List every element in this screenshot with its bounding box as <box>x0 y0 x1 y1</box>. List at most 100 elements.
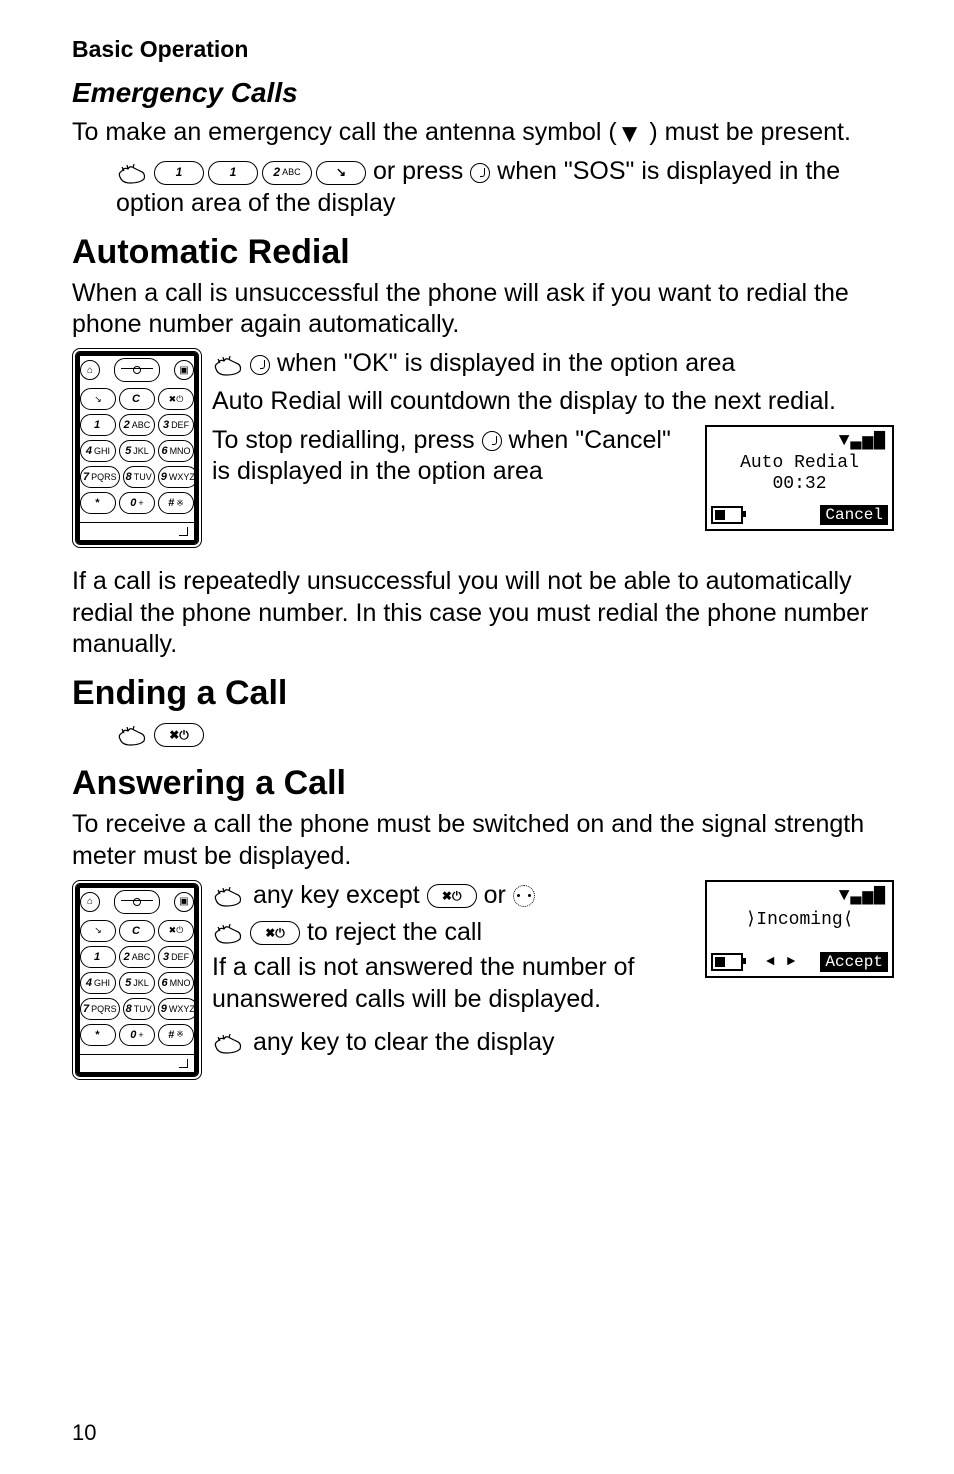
ph-key-5: 5JKL <box>119 440 155 462</box>
redial-heading: Automatic Redial <box>72 233 894 272</box>
ph-key-c: C <box>119 388 155 410</box>
ph-key-end: ✖⏻ <box>158 920 194 942</box>
ph-key-9: 9WXYZ <box>158 466 198 488</box>
tap-icon <box>116 724 150 746</box>
ph-key-send: ↘ <box>80 920 116 942</box>
lcd-incoming-text: Incoming <box>756 910 842 930</box>
ending-heading: Ending a Call <box>72 674 894 713</box>
key-1b: 1 <box>208 161 258 185</box>
phone-bottom-edge <box>80 522 194 537</box>
emergency-p1-pre: To make an emergency call the antenna sy… <box>72 118 617 146</box>
redial-step1: when "OK" is displayed in the option are… <box>212 348 894 379</box>
ph-key-2: 2ABC <box>119 946 155 968</box>
nav-arrows-icon: ◄ ► <box>766 954 797 970</box>
battery-icon <box>711 953 743 971</box>
key-2: 2ABC <box>262 161 312 185</box>
ph-key-5: 5JKL <box>119 972 155 994</box>
phone-illustration-2: ⌂ ▣ ↘ C ✖⏻ 1 2ABC 3DEF 4GHI 5JKL 6MNO 7P… <box>72 880 202 1080</box>
phone-illustration: ⌂ ▣ ↘ C ✖⏻ 1 2ABC 3DEF 4GHI 5JKL 6MNO 7P… <box>72 348 202 548</box>
ph-key-star: * <box>80 1024 116 1046</box>
ph-key-1: 1 <box>80 414 116 436</box>
tap-icon <box>212 1032 246 1054</box>
phone-bottom-edge <box>80 1054 194 1069</box>
key-end: ✖⏻ <box>154 723 204 747</box>
redial-step1-text: when "OK" is displayed in the option are… <box>277 349 735 377</box>
tap-icon <box>212 885 246 907</box>
arrow-left-icon: ⟩ <box>745 910 756 930</box>
softkey-icon <box>470 163 490 183</box>
redial-p3: To stop redialling, press when "Cancel" … <box>212 425 695 488</box>
ph-key-hash: #※ <box>158 492 194 514</box>
page-number: 10 <box>72 1420 96 1446</box>
key-end: ✖⏻ <box>250 921 300 945</box>
phone-earpiece-right: ▣ <box>174 360 194 380</box>
press-or: or press <box>373 157 470 185</box>
page-header: Basic Operation <box>72 36 894 63</box>
ending-step: ✖⏻ <box>116 719 894 750</box>
phone-earpiece-left: ⌂ <box>80 360 100 380</box>
ph-key-9: 9WXYZ <box>158 998 198 1020</box>
lcd-line2: 00:32 <box>711 474 888 496</box>
lcd-redial: ▼▃▅▇ Auto Redial 00:32 Cancel <box>705 425 894 531</box>
ph-key-6: 6MNO <box>158 440 194 462</box>
ph-key-4: 4GHI <box>80 440 116 462</box>
ph-key-2: 2ABC <box>119 414 155 436</box>
redial-p1: When a call is unsuccessful the phone wi… <box>72 278 894 341</box>
emergency-instruction: 1 1 2ABC ↘ or press when "SOS" is displa… <box>116 156 894 219</box>
redial-p4: If a call is repeatedly unsuccessful you… <box>72 566 894 660</box>
emergency-p1: To make an emergency call the antenna sy… <box>72 115 894 148</box>
ph-key-8: 8TUV <box>123 998 155 1020</box>
ph-key-8: 8TUV <box>123 466 155 488</box>
ph-key-3: 3DEF <box>158 414 194 436</box>
ph-key-1: 1 <box>80 946 116 968</box>
arrow-right-icon: ⟨ <box>843 910 854 930</box>
emergency-heading: Emergency Calls <box>72 77 894 109</box>
answer-step1: any key except ✖⏻ or <box>212 880 695 911</box>
answering-heading: Answering a Call <box>72 764 894 803</box>
signal-icon: ▼▃▅▇ <box>839 429 886 451</box>
signal-icon: ▼▃▅▇ <box>839 884 886 906</box>
redial-p3a: To stop redialling, press <box>212 426 482 454</box>
key-send: ↘ <box>316 161 366 185</box>
lcd-soft-accept: Accept <box>820 952 888 972</box>
tap-icon <box>116 162 150 184</box>
antenna-icon: ▼ <box>617 117 643 150</box>
ph-key-7: 7PQRS <box>80 998 120 1020</box>
ph-key-hash: #※ <box>158 1024 194 1046</box>
ph-key-end: ✖⏻ <box>158 388 194 410</box>
answer-s1-or: or <box>484 881 513 909</box>
answer-p2: If a call is not answered the number of … <box>212 952 695 1015</box>
lcd-incoming: ▼▃▅▇ ⟩Incoming⟨ ◄ ► Accept <box>705 880 894 979</box>
phone-nav-key <box>114 358 160 382</box>
phone-earpiece-right: ▣ <box>174 892 194 912</box>
phone-earpiece-left: ⌂ <box>80 892 100 912</box>
redial-p2: Auto Redial will countdown the display t… <box>212 386 894 417</box>
answer-step2: ✖⏻ to reject the call <box>212 917 695 948</box>
nav-key-icon <box>513 885 535 907</box>
answer-s3-text: any key to clear the display <box>253 1028 555 1056</box>
ph-key-c: C <box>119 920 155 942</box>
softkey-icon <box>250 355 270 375</box>
ph-key-6: 6MNO <box>158 972 194 994</box>
ph-key-star: * <box>80 492 116 514</box>
ph-key-4: 4GHI <box>80 972 116 994</box>
answer-step3: any key to clear the display <box>212 1027 894 1058</box>
ph-key-0: 0+ <box>119 492 155 514</box>
tap-icon <box>212 354 246 376</box>
softkey-icon <box>482 431 502 451</box>
answer-s1-pre: any key except <box>253 881 427 909</box>
ph-key-3: 3DEF <box>158 946 194 968</box>
ph-key-0: 0+ <box>119 1024 155 1046</box>
key-end: ✖⏻ <box>427 884 477 908</box>
tap-icon <box>212 922 246 944</box>
key-1a: 1 <box>154 161 204 185</box>
emergency-p1-post: ) must be present. <box>642 118 850 146</box>
ph-key-7: 7PQRS <box>80 466 120 488</box>
lcd-line1: Auto Redial <box>711 453 888 475</box>
lcd-soft-cancel: Cancel <box>820 505 888 525</box>
phone-nav-key <box>114 890 160 914</box>
ph-key-send: ↘ <box>80 388 116 410</box>
answer-s2-text: to reject the call <box>307 918 482 946</box>
answering-p1: To receive a call the phone must be swit… <box>72 809 894 872</box>
battery-icon <box>711 506 743 524</box>
